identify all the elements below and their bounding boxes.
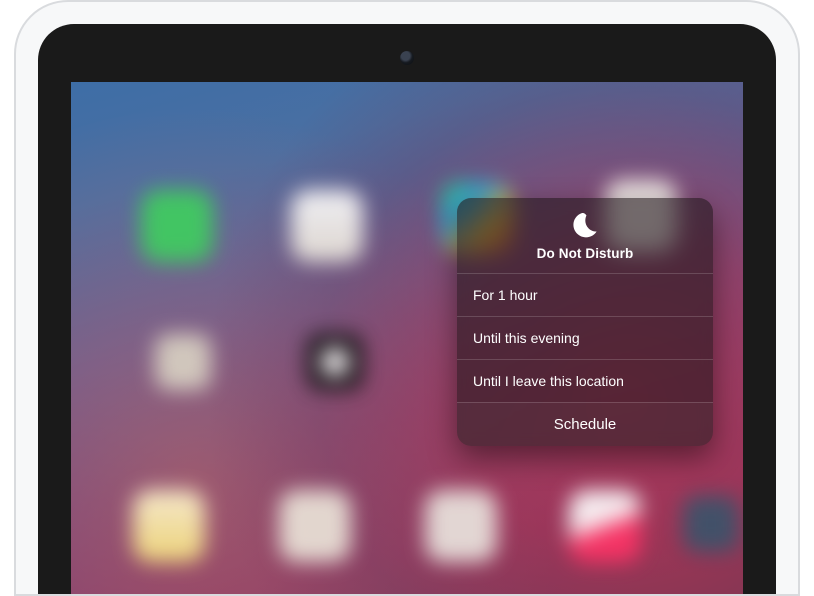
dnd-schedule-button[interactable]: Schedule [457,402,713,446]
app-icon [425,490,497,562]
app-icon [279,490,351,562]
app-icon [155,334,211,390]
dnd-option-evening[interactable]: Until this evening [457,316,713,359]
dnd-option-1hour[interactable]: For 1 hour [457,273,713,316]
front-camera [400,51,414,65]
app-icon [683,496,739,552]
dnd-option-leave-location[interactable]: Until I leave this location [457,359,713,402]
moon-icon [571,212,599,240]
ipad-frame: Do Not Disturb For 1 hour Until this eve… [14,0,800,596]
dnd-header: Do Not Disturb [457,198,713,273]
app-icon [291,190,363,262]
app-icon [569,490,641,562]
app-icon [133,490,205,562]
app-icon [307,334,363,390]
ipad-screen: Do Not Disturb For 1 hour Until this eve… [71,82,743,594]
app-icon [141,190,213,262]
dnd-title: Do Not Disturb [469,246,701,261]
do-not-disturb-popover: Do Not Disturb For 1 hour Until this eve… [457,198,713,446]
